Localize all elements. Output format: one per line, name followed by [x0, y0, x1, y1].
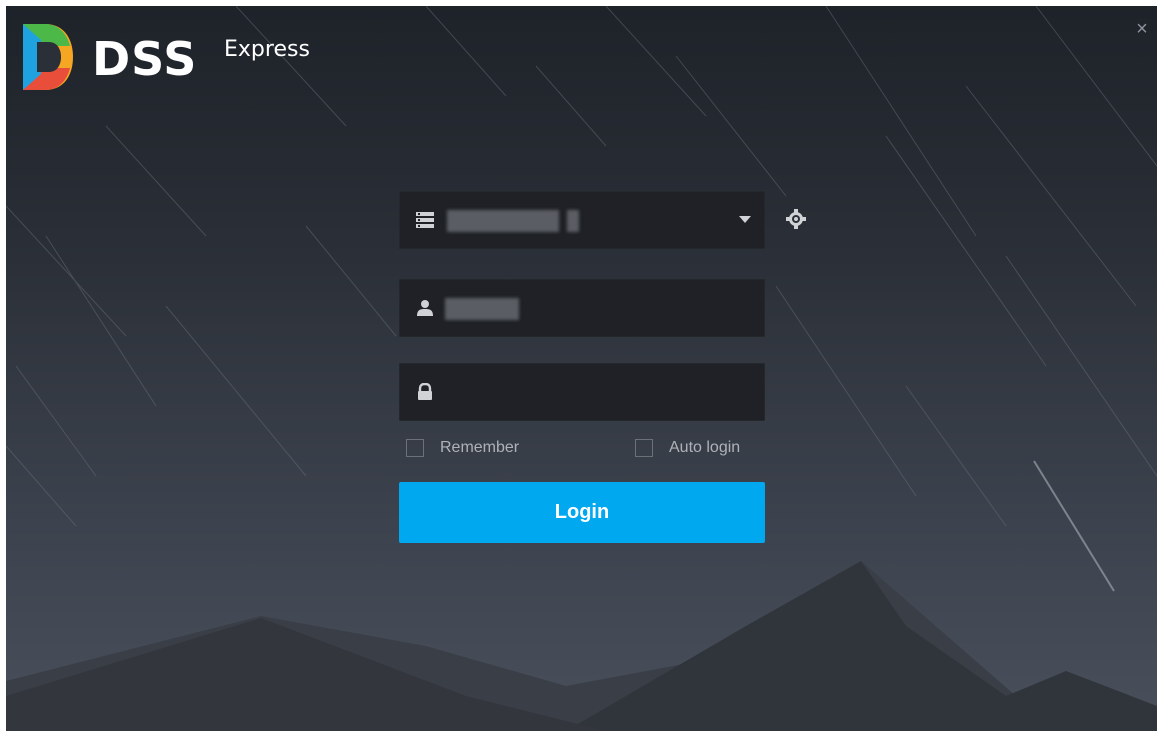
close-icon[interactable]: ×	[1133, 19, 1151, 39]
lock-icon	[418, 383, 432, 400]
login-button[interactable]: Login	[399, 482, 765, 543]
remember-label: Remember	[440, 439, 520, 456]
shooting-star	[1033, 460, 1115, 592]
mountain-right	[566, 561, 1157, 731]
remember-checkbox[interactable]	[406, 439, 424, 457]
password-field[interactable]	[399, 363, 765, 421]
brand-suffix: Express	[224, 37, 310, 62]
username-field[interactable]	[399, 279, 765, 337]
brand-name: DSS	[92, 32, 198, 86]
dss-logo-icon	[23, 24, 73, 90]
auto-login-checkbox[interactable]	[635, 439, 653, 457]
user-icon	[417, 300, 433, 316]
login-window: DSS Express × S 3	[6, 6, 1157, 731]
dropdown-caret-icon[interactable]	[739, 216, 751, 223]
server-list-icon	[416, 212, 434, 228]
auto-login-label: Auto login	[669, 439, 741, 456]
server-select[interactable]: S 3	[399, 191, 765, 249]
gear-icon[interactable]	[786, 209, 806, 229]
